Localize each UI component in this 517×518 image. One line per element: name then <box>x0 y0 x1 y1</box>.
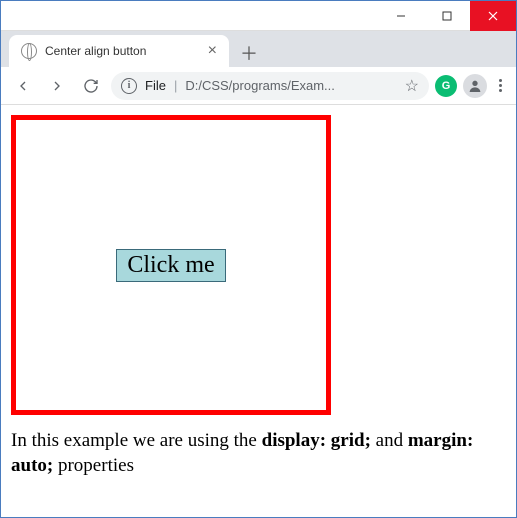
bookmark-icon[interactable]: ☆ <box>405 76 419 96</box>
address-path: D:/CSS/programs/Exam... <box>185 78 335 93</box>
page-viewport: Click me In this example we are using th… <box>1 105 516 517</box>
back-button[interactable] <box>9 72 37 100</box>
tab-close-icon[interactable]: × <box>208 42 217 60</box>
new-tab-button[interactable]: ＋ <box>235 39 263 67</box>
reload-button[interactable] <box>77 72 105 100</box>
profile-button[interactable] <box>463 74 487 98</box>
browser-toolbar: i File | D:/CSS/programs/Exam... ☆ G <box>1 67 516 105</box>
tab-bar: Center align button × ＋ <box>1 31 516 67</box>
close-button[interactable] <box>470 1 516 31</box>
menu-button[interactable] <box>493 79 508 92</box>
address-scheme: File <box>145 78 166 93</box>
tab-title: Center align button <box>45 44 146 58</box>
info-icon[interactable]: i <box>121 78 137 94</box>
globe-icon <box>21 43 37 59</box>
address-separator: | <box>174 78 177 93</box>
red-container: Click me <box>11 115 331 415</box>
caption-text: In this example we are using the display… <box>11 429 491 478</box>
minimize-button[interactable] <box>378 1 424 31</box>
forward-button[interactable] <box>43 72 71 100</box>
browser-window: Center align button × ＋ i File | D:/CSS/… <box>0 0 517 518</box>
address-bar[interactable]: i File | D:/CSS/programs/Exam... ☆ <box>111 72 429 100</box>
browser-tab[interactable]: Center align button × <box>9 35 229 67</box>
extension-badge[interactable]: G <box>435 75 457 97</box>
click-me-button[interactable]: Click me <box>116 249 225 282</box>
maximize-button[interactable] <box>424 1 470 31</box>
window-titlebar <box>1 1 516 31</box>
